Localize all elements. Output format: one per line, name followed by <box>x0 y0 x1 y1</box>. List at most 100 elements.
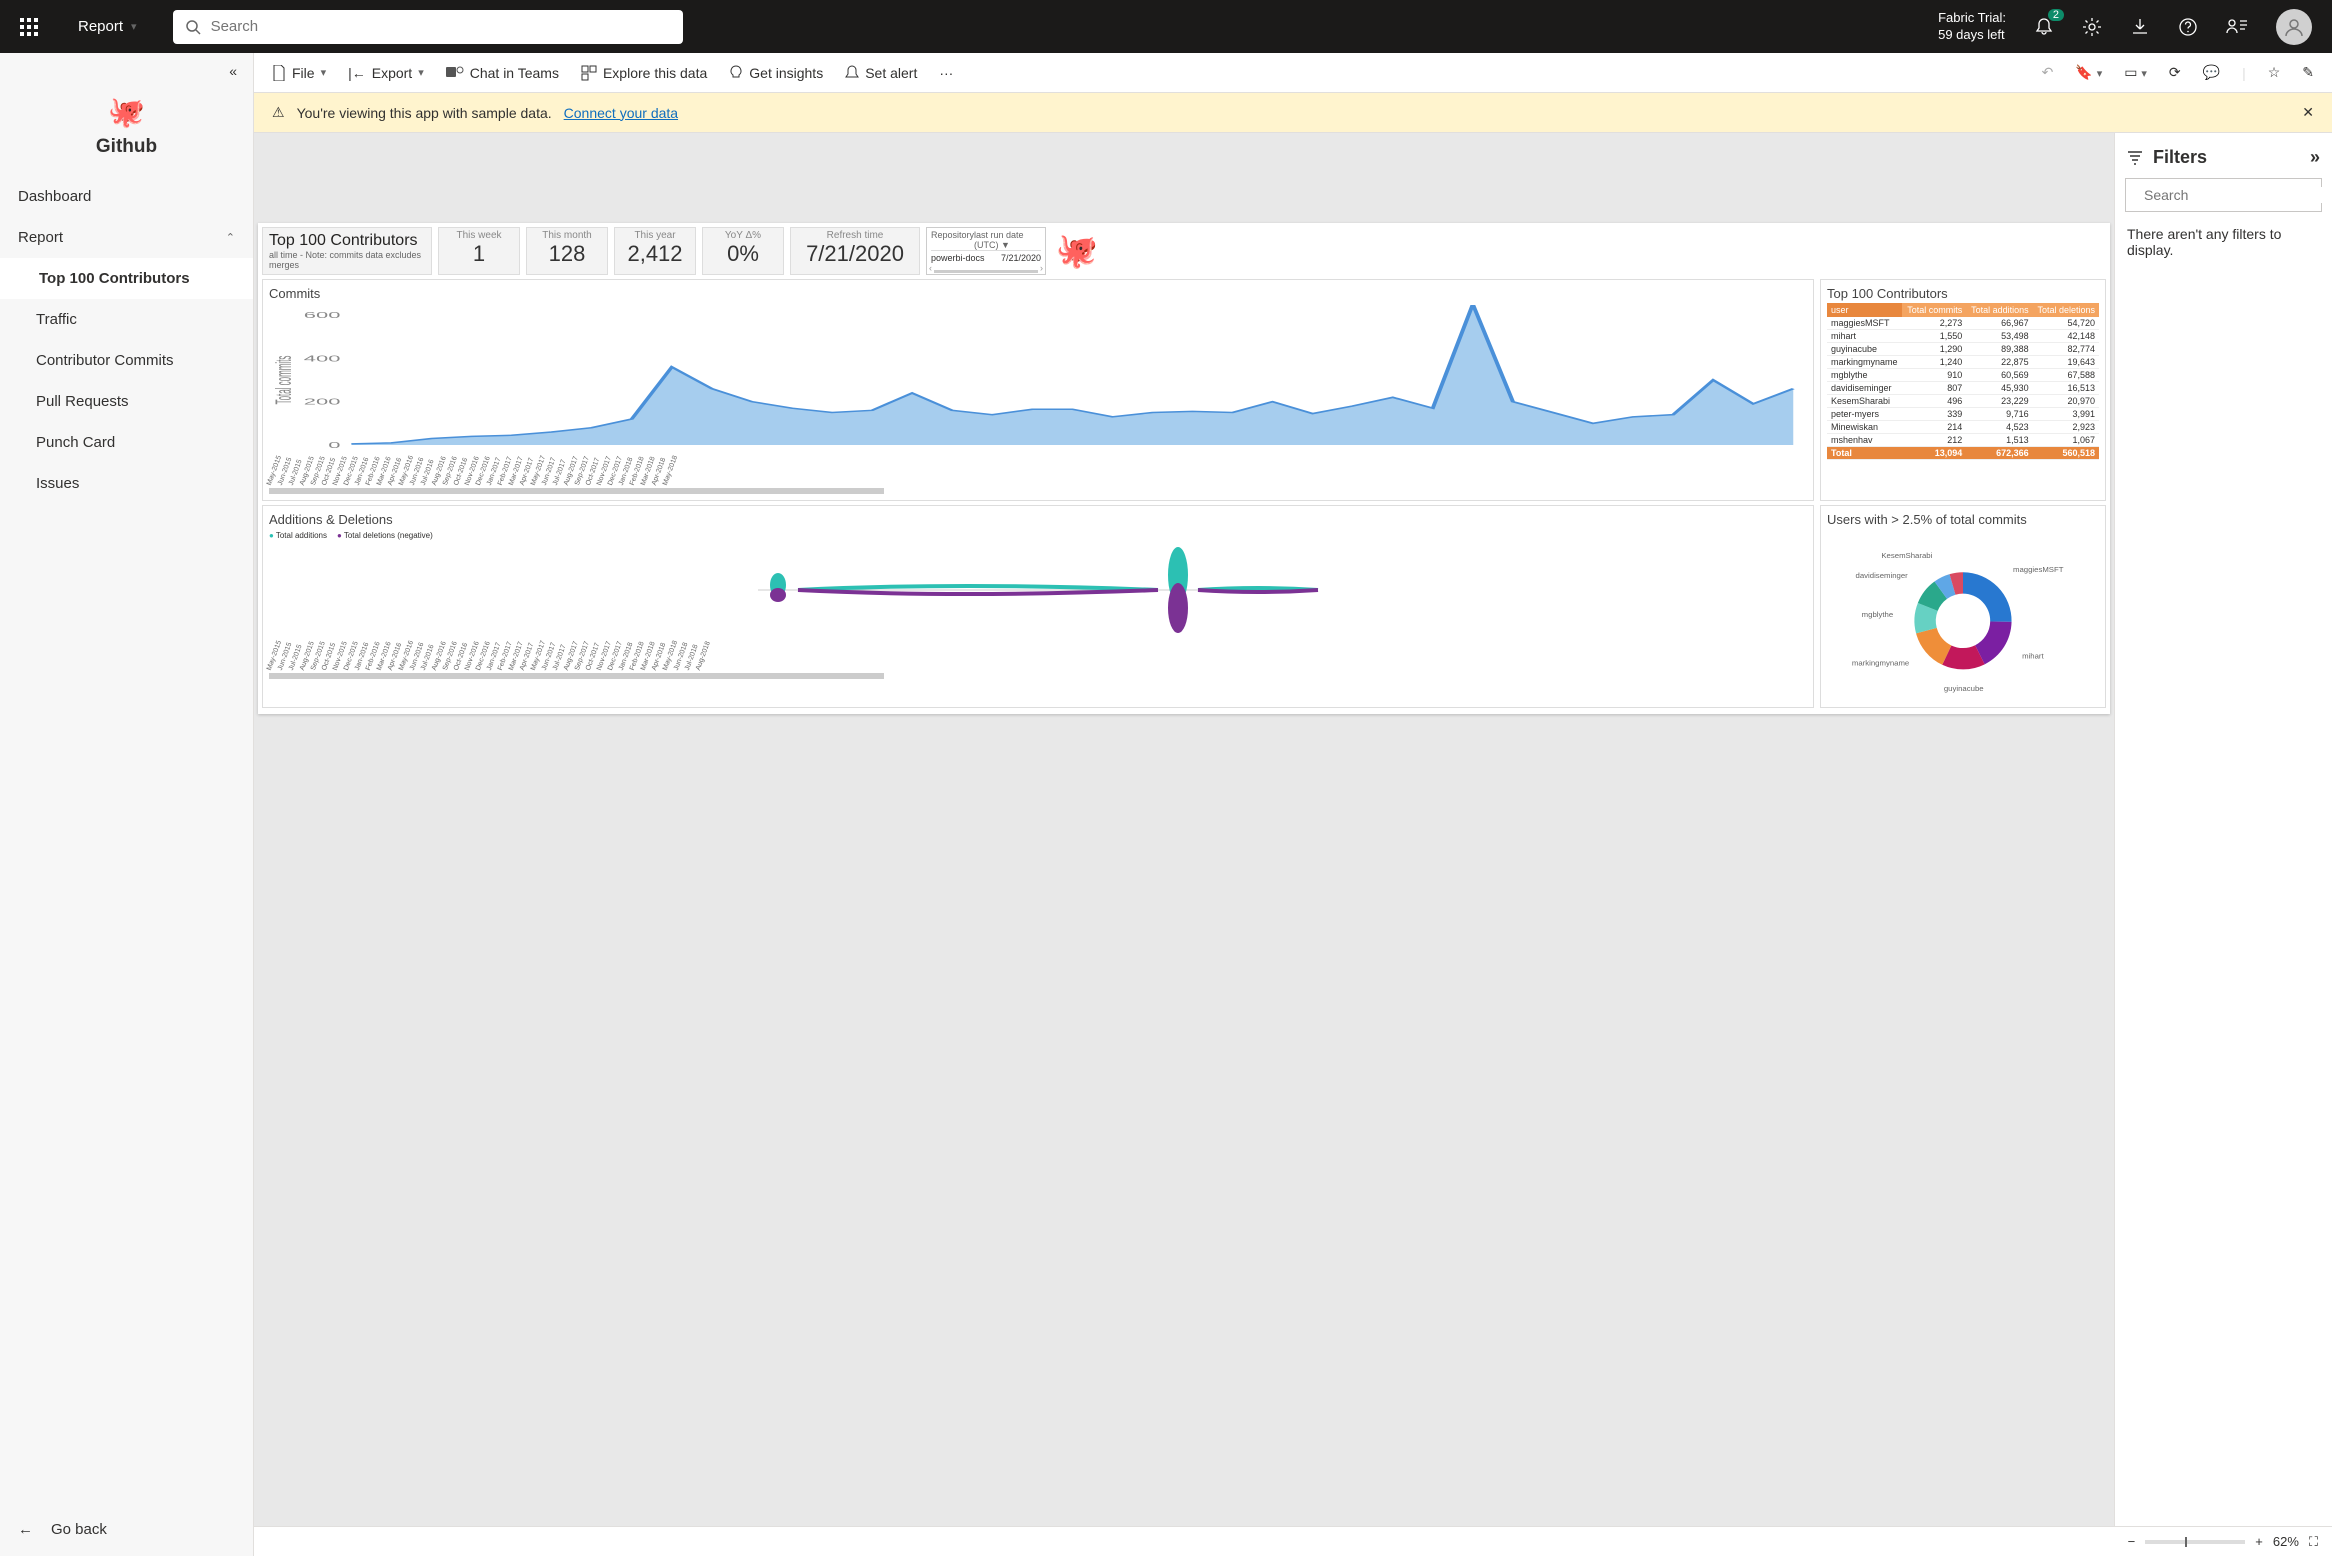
account-avatar[interactable] <box>2276 9 2312 45</box>
help-icon <box>2178 17 2198 37</box>
file-menu[interactable]: File▾ <box>272 65 326 81</box>
kpi-this-year[interactable]: This year2,412 <box>614 227 696 275</box>
nav-dashboard[interactable]: Dashboard <box>0 176 253 217</box>
collapse-nav-icon[interactable]: « <box>229 63 237 79</box>
help-button[interactable] <box>2178 17 2198 37</box>
alert-bell-icon <box>845 65 859 81</box>
nav-report[interactable]: Report ⌃ <box>0 217 253 258</box>
refresh-button[interactable]: ⟳ <box>2169 64 2181 81</box>
chevron-up-icon: ⌃ <box>226 231 235 244</box>
repo-slicer[interactable]: Repositorylast run date (UTC) ▼ powerbi-… <box>926 227 1046 275</box>
undo-button[interactable]: ↶ <box>2042 64 2054 81</box>
nav-traffic[interactable]: Traffic <box>0 299 253 340</box>
svg-text:0: 0 <box>328 441 340 450</box>
github-logo-icon: 🐙 <box>0 95 253 130</box>
svg-text:Total commits: Total commits <box>271 356 296 405</box>
nav-issues[interactable]: Issues <box>0 463 253 504</box>
export-menu[interactable]: |←Export▾ <box>348 65 424 81</box>
fit-to-page-button[interactable]: ⛶ <box>2309 1534 2318 1550</box>
report-title-tile: Top 100 Contributors all time - Note: co… <box>262 227 432 275</box>
banner-text: You're viewing this app with sample data… <box>297 105 552 121</box>
kpi-this-week[interactable]: This week1 <box>438 227 520 275</box>
zoom-slider[interactable] <box>2145 1540 2245 1544</box>
filters-pane: Filters » There aren't any filters to di… <box>2114 133 2332 1526</box>
filter-icon <box>2127 151 2143 165</box>
commits-scrollbar[interactable] <box>269 488 884 494</box>
additions-deletions-chart[interactable]: Additions & Deletions Total additionsTot… <box>262 505 1814 708</box>
edit-button[interactable]: ✎ <box>2302 64 2314 81</box>
nav-punch-card[interactable]: Punch Card <box>0 422 253 463</box>
explore-data-button[interactable]: Explore this data <box>581 65 707 81</box>
filters-title: Filters <box>2153 147 2207 168</box>
download-icon <box>2130 17 2150 37</box>
svg-text:mihart: mihart <box>2022 651 2044 660</box>
nav-contributor-commits[interactable]: Contributor Commits <box>0 340 253 381</box>
export-icon: |← <box>348 65 366 81</box>
svg-text:200: 200 <box>304 397 341 406</box>
bookmark-button[interactable]: 🔖 ▾ <box>2075 64 2102 81</box>
contributors-table[interactable]: Top 100 Contributors userTotal commitsTo… <box>1820 279 2106 501</box>
bulb-icon <box>729 65 743 81</box>
persona-icon <box>2226 17 2248 37</box>
svg-text:400: 400 <box>304 354 341 363</box>
settings-button[interactable] <box>2082 17 2102 37</box>
kpi-yoy[interactable]: YoY Δ%0% <box>702 227 784 275</box>
svg-text:600: 600 <box>304 311 341 320</box>
global-search[interactable] <box>173 10 683 44</box>
gear-icon <box>2082 17 2102 37</box>
svg-text:KesemSharabi: KesemSharabi <box>1881 551 1932 560</box>
file-icon <box>272 65 286 81</box>
trial-status: Fabric Trial: 59 days left <box>1938 10 2006 44</box>
chat-teams-button[interactable]: Chat in Teams <box>446 65 559 81</box>
svg-text:markingmyname: markingmyname <box>1852 659 1909 668</box>
zoom-in-button[interactable]: + <box>2255 1534 2263 1549</box>
kpi-this-month[interactable]: This month128 <box>526 227 608 275</box>
zoom-footer: − + 62% ⛶ <box>254 1526 2332 1556</box>
kpi-refresh[interactable]: Refresh time7/21/2020 <box>790 227 920 275</box>
nav-top-100[interactable]: Top 100 Contributors <box>0 258 253 299</box>
commits-chart[interactable]: Commits 0200400600Total commits May-2015… <box>262 279 1814 501</box>
back-arrow-icon: ← <box>18 1521 33 1538</box>
github-mascot-icon: 🐙 <box>1052 227 1102 275</box>
more-menu[interactable]: ··· <box>939 65 953 81</box>
close-banner-icon[interactable]: ✕ <box>2302 104 2314 121</box>
sample-data-banner: ⚠ You're viewing this app with sample da… <box>254 93 2332 133</box>
feedback-button[interactable] <box>2226 17 2248 37</box>
explore-icon <box>581 65 597 81</box>
report-toolbar: File▾ |←Export▾ Chat in Teams Explore th… <box>254 53 2332 93</box>
expand-filters-icon[interactable]: » <box>2310 147 2320 168</box>
users-donut-chart[interactable]: Users with > 2.5% of total commits maggi… <box>1820 505 2106 708</box>
warning-icon: ⚠ <box>272 104 285 121</box>
comment-button[interactable]: 💬 <box>2203 64 2220 81</box>
svg-text:maggiesMSFT: maggiesMSFT <box>2013 565 2064 574</box>
zoom-value: 62% <box>2273 1534 2299 1549</box>
svg-text:guyinacube: guyinacube <box>1944 684 1984 693</box>
zoom-out-button[interactable]: − <box>2128 1534 2136 1549</box>
notifications-button[interactable]: 2 <box>2034 17 2054 37</box>
workspace-dropdown[interactable]: Report ▾ <box>78 18 137 35</box>
svg-text:davidiseminger: davidiseminger <box>1856 571 1909 580</box>
filters-empty-message: There aren't any filters to display. <box>2125 212 2322 272</box>
app-launcher-icon[interactable] <box>20 18 38 36</box>
chevron-down-icon: ▾ <box>131 20 137 33</box>
avatar-icon <box>2283 16 2305 38</box>
go-back-button[interactable]: ← Go back <box>0 1503 253 1556</box>
report-canvas[interactable]: Top 100 Contributors all time - Note: co… <box>254 133 2114 1526</box>
view-button[interactable]: ▭ ▾ <box>2124 64 2147 81</box>
left-nav: « 🐙 Github Dashboard Report ⌃ Top 100 Co… <box>0 53 254 1556</box>
search-input[interactable] <box>211 18 671 35</box>
addel-scrollbar[interactable] <box>269 673 884 679</box>
set-alert-button[interactable]: Set alert <box>845 65 917 81</box>
download-button[interactable] <box>2130 17 2150 37</box>
filters-search[interactable] <box>2125 178 2322 212</box>
svg-text:mgblythe: mgblythe <box>1862 610 1894 619</box>
workspace-label: Report <box>78 18 123 35</box>
nav-pull-requests[interactable]: Pull Requests <box>0 381 253 422</box>
top-bar: Report ▾ Fabric Trial: 59 days left 2 <box>0 0 2332 53</box>
favorite-button[interactable]: ☆ <box>2268 64 2281 81</box>
get-insights-button[interactable]: Get insights <box>729 65 823 81</box>
notification-badge: 2 <box>2048 9 2064 21</box>
connect-data-link[interactable]: Connect your data <box>564 105 678 121</box>
filters-search-input[interactable] <box>2144 187 2325 203</box>
app-header: 🐙 Github <box>0 89 253 176</box>
